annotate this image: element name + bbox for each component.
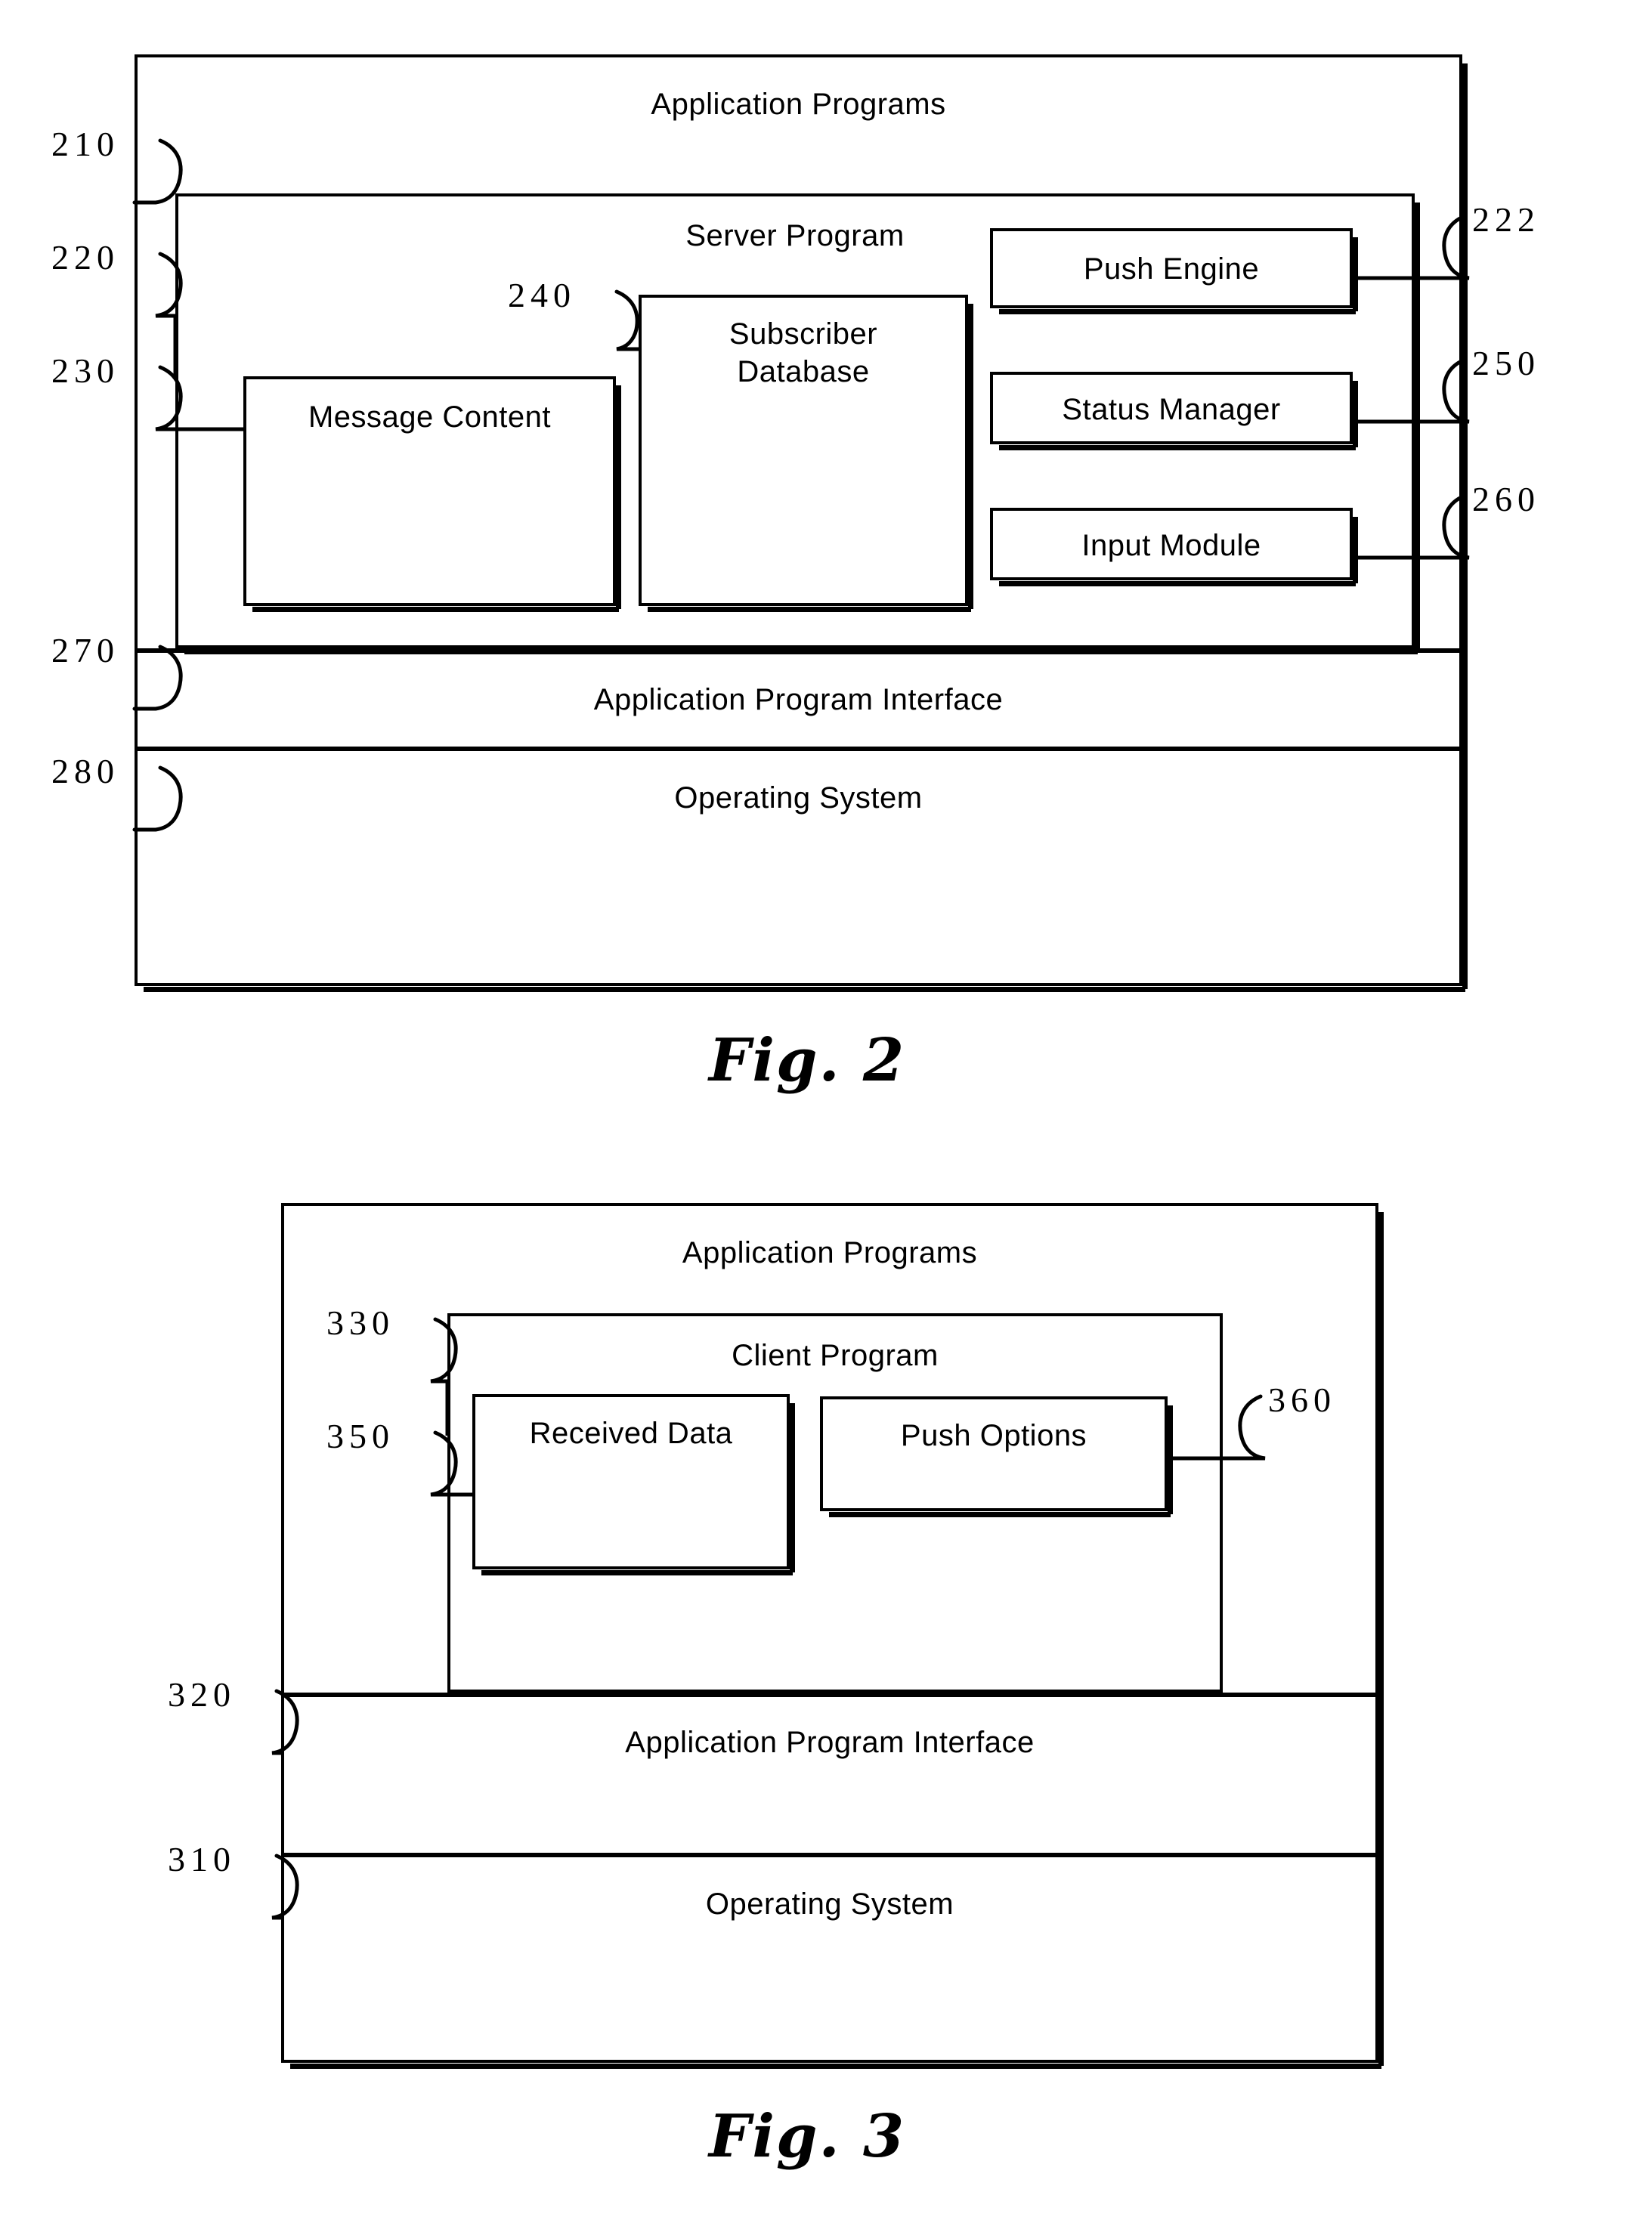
fig2-api-label: Application Program Interface <box>593 683 1004 716</box>
fig3-ref-350: 350 <box>326 1417 394 1455</box>
fig3-os-label: Operating System <box>705 1888 954 1921</box>
fig3-application-programs-label: Application Programs <box>682 1236 978 1269</box>
fig2-push-engine-box: Push Engine <box>990 228 1358 314</box>
fig2-input-module-box: Input Module <box>990 508 1358 586</box>
fig3-received-data-label: Received Data <box>529 1417 733 1450</box>
fig2-message-content-label: Message Content <box>308 400 551 434</box>
fig2-caption: Fig. 2 <box>709 1026 906 1095</box>
fig2-application-programs-label: Application Programs <box>651 88 946 121</box>
fig2-input-module-label: Input Module <box>1081 529 1261 562</box>
fig2-ref-222: 222 <box>1472 200 1540 239</box>
fig2-subscriber-database-label-line2: Database <box>737 355 870 388</box>
fig2-ref-250: 250 <box>1472 344 1540 382</box>
fig3-push-options-box: Push Options <box>820 1396 1173 1517</box>
fig2-subscriber-database-label-line1: Subscriber <box>729 317 878 351</box>
fig3-caption: Fig. 3 <box>709 2102 906 2171</box>
fig3-push-options-label: Push Options <box>900 1419 1087 1452</box>
fig3-received-data-box: Received Data <box>472 1394 795 1575</box>
fig2-os-label: Operating System <box>674 781 923 815</box>
fig2-ref-280: 280 <box>51 752 119 790</box>
patent-drawing-sheet: Application Programs Server Program Mess… <box>0 0 1652 2223</box>
fig2-status-manager-box: Status Manager <box>990 372 1358 450</box>
fig2-ref-210: 210 <box>51 125 119 163</box>
fig2-status-manager-label: Status Manager <box>1062 393 1281 426</box>
fig2-ref-220: 220 <box>51 238 119 277</box>
fig2-ref-240: 240 <box>508 276 576 314</box>
fig2-ref-260: 260 <box>1472 480 1540 518</box>
fig2-os-band: Operating System <box>135 747 1462 986</box>
fig2-ref-230: 230 <box>51 351 119 390</box>
fig2-api-band: Application Program Interface <box>135 648 1462 747</box>
fig2-subscriber-database-box: Subscriber Database <box>639 295 973 612</box>
fig3-ref-310: 310 <box>168 1840 236 1878</box>
fig3-os-band: Operating System <box>281 1853 1378 2063</box>
fig3-client-program-label: Client Program <box>732 1339 939 1372</box>
fig2-message-content-box: Message Content <box>243 376 621 612</box>
fig3-ref-360: 360 <box>1268 1380 1336 1419</box>
fig2-ref-270: 270 <box>51 631 119 669</box>
fig2-push-engine-label: Push Engine <box>1083 252 1260 286</box>
fig3-api-label: Application Program Interface <box>625 1726 1035 1759</box>
fig3-ref-330: 330 <box>326 1303 394 1342</box>
fig3-api-band: Application Program Interface <box>281 1693 1378 1853</box>
fig3-ref-320: 320 <box>168 1675 236 1714</box>
